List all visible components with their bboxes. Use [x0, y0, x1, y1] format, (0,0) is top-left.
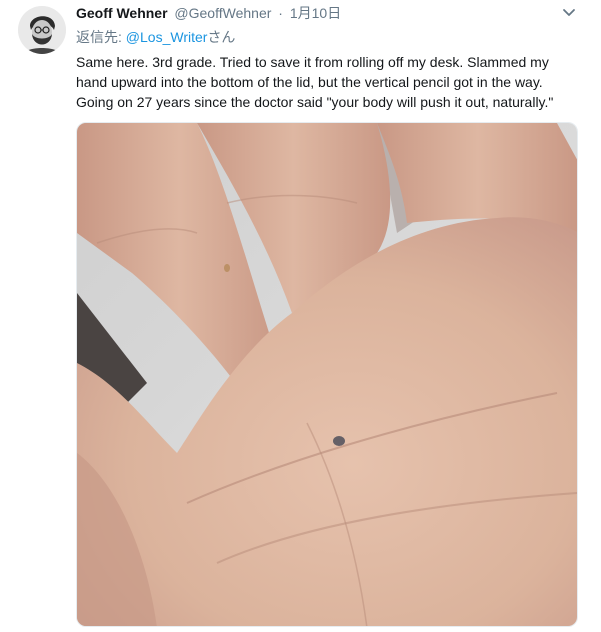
tweet-header: Geoff Wehner @GeoffWehner · 1月10日 — [76, 4, 341, 22]
tweet-photo[interactable] — [76, 122, 578, 627]
tweet-timestamp[interactable]: 1月10日 — [290, 5, 341, 21]
tweet-text-line: Same here. 3rd grade. Tried to save it f… — [76, 54, 549, 70]
author-avatar[interactable] — [18, 6, 66, 54]
tweet-text-line: hand upward into the bottom of the lid, … — [76, 74, 543, 90]
reply-prefix: 返信先: — [76, 29, 126, 45]
reply-suffix: さん — [207, 29, 236, 45]
reply-context: 返信先: @Los_Writerさん — [76, 28, 235, 46]
tweet-text-line: Going on 27 years since the doctor said … — [76, 94, 554, 110]
avatar-image — [18, 6, 66, 54]
author-name[interactable]: Geoff Wehner — [76, 5, 168, 21]
chevron-down-icon[interactable] — [561, 4, 577, 20]
header-separator: · — [278, 5, 283, 21]
tweet: Geoff Wehner @GeoffWehner · 1月10日 返信先: @… — [0, 0, 601, 632]
reply-mention-link[interactable]: @Los_Writer — [126, 29, 208, 45]
palm-photo-image — [77, 123, 577, 626]
author-handle[interactable]: @GeoffWehner — [174, 5, 271, 21]
tweet-text: Same here. 3rd grade. Tried to save it f… — [76, 52, 581, 112]
